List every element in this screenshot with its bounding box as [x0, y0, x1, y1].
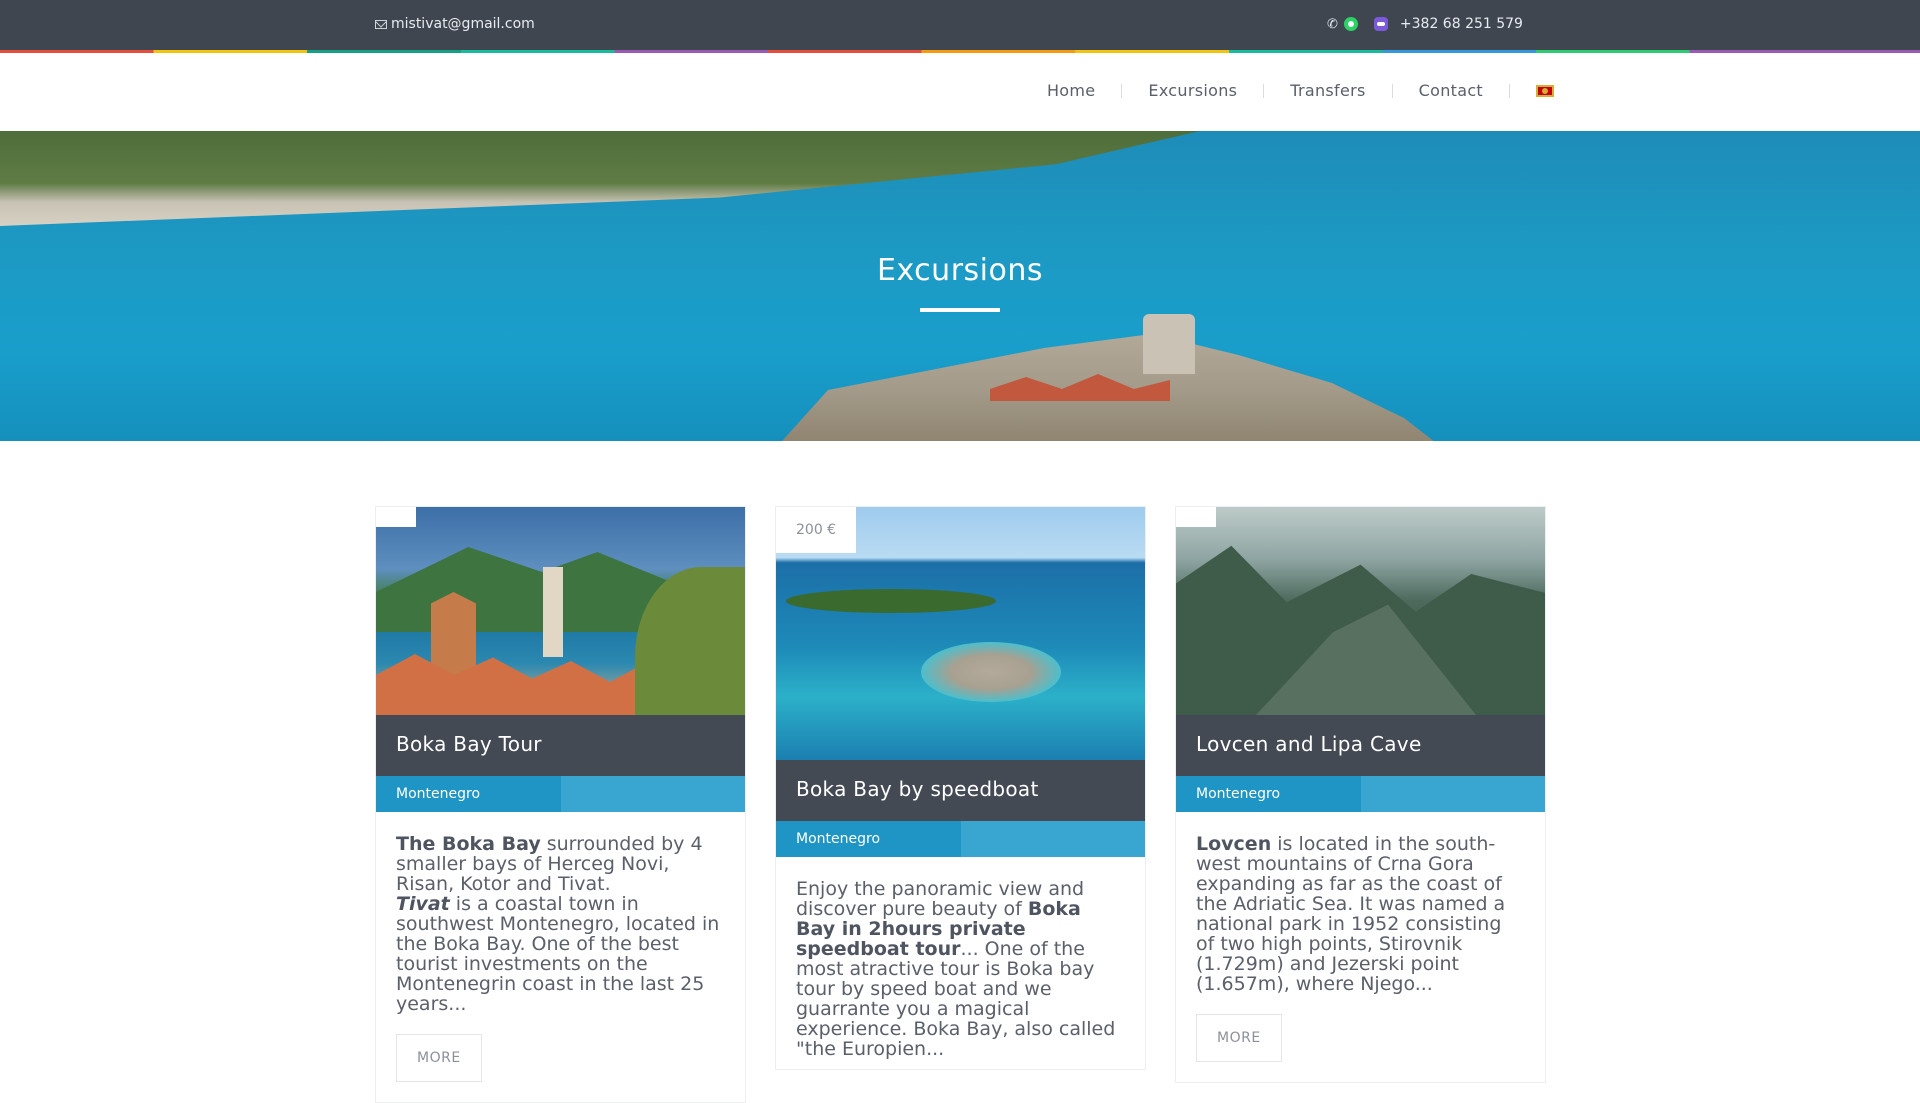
nav-separator — [1121, 83, 1123, 98]
nav-separator — [1263, 83, 1265, 98]
contact-phone[interactable]: ✆ +382 68 251 579 — [1327, 16, 1523, 32]
card-location-bar: Montenegro — [776, 821, 1145, 857]
nav-separator — [1391, 83, 1393, 98]
more-button[interactable]: MORE — [1196, 1014, 1282, 1062]
hero-island-image — [777, 334, 1440, 441]
excursion-card[interactable]: Boka Bay Tour Montenegro The Boka Bay su… — [375, 506, 746, 1103]
nav-contact[interactable]: Contact — [1419, 81, 1483, 100]
card-location: Montenegro — [1176, 776, 1361, 812]
montenegro-flag-icon[interactable] — [1536, 84, 1554, 97]
card-title[interactable]: Lovcen and Lipa Cave — [1176, 715, 1545, 776]
phone-text: +382 68 251 579 — [1399, 16, 1523, 32]
phone-icon: ✆ — [1327, 16, 1338, 32]
hero-tower-image — [1143, 314, 1195, 374]
page-title: Excursions — [877, 253, 1043, 288]
card-image[interactable] — [376, 507, 745, 715]
price-badge: 200 € — [776, 507, 857, 553]
excursion-card[interactable]: 200 € Boka Bay by speedboat Montenegro E… — [775, 506, 1146, 1070]
viber-icon[interactable] — [1373, 17, 1388, 31]
nav-transfers[interactable]: Transfers — [1290, 81, 1365, 100]
card-description: Enjoy the panoramic view and discover pu… — [796, 878, 1116, 1060]
nav-separator — [1509, 83, 1510, 98]
card-location: Montenegro — [376, 776, 561, 812]
card-location-bar: Montenegro — [376, 776, 745, 812]
title-underline — [920, 308, 1000, 312]
email-text: mistivat@gmail.com — [391, 16, 535, 32]
nav-home[interactable]: Home — [1047, 81, 1095, 100]
card-image[interactable] — [1176, 507, 1545, 715]
excursion-card[interactable]: Lovcen and Lipa Cave Montenegro Lovcen i… — [1175, 506, 1546, 1083]
mail-icon — [375, 19, 387, 29]
card-title[interactable]: Boka Bay Tour — [376, 715, 745, 776]
main-nav: Home Excursions Transfers Contact — [0, 53, 1920, 131]
card-description: Lovcen is located in the south-west moun… — [1196, 833, 1506, 995]
hero-shore-image — [0, 131, 1200, 226]
nav-excursions[interactable]: Excursions — [1148, 81, 1237, 100]
price-badge — [1176, 507, 1216, 527]
card-location-bar: Montenegro — [1176, 776, 1545, 812]
card-image[interactable]: 200 € — [776, 507, 1145, 760]
more-button[interactable]: MORE — [396, 1034, 482, 1082]
card-description: The Boka Bay surrounded by 4 smaller bay… — [396, 833, 720, 1015]
card-location: Montenegro — [776, 821, 961, 857]
top-bar: mistivat@gmail.com ✆ +382 68 251 579 — [0, 0, 1920, 50]
card-title[interactable]: Boka Bay by speedboat — [776, 760, 1145, 821]
whatsapp-icon[interactable] — [1343, 17, 1358, 31]
price-badge — [376, 507, 416, 527]
contact-email[interactable]: mistivat@gmail.com — [375, 16, 535, 32]
